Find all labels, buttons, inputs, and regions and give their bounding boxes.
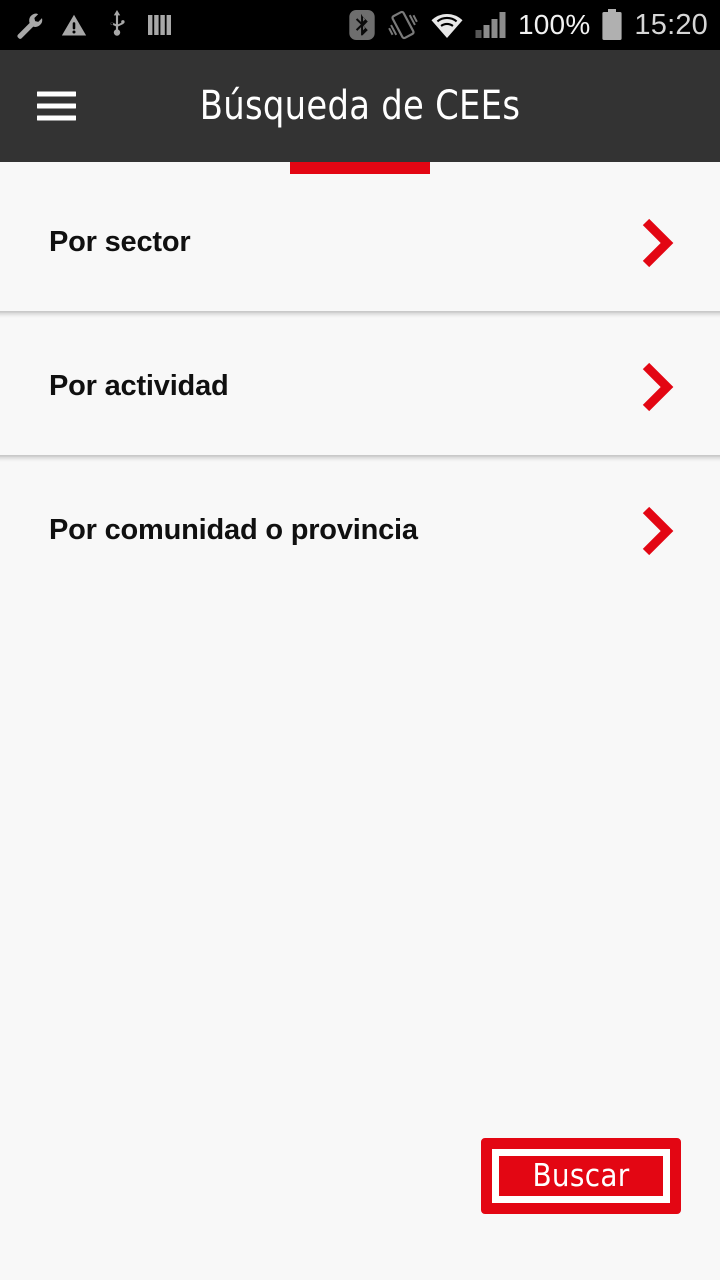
vibrate-icon xyxy=(387,9,419,41)
bars-icon xyxy=(146,11,174,39)
list-item-por-comunidad-o-provincia[interactable]: Por comunidad o provincia xyxy=(0,462,720,599)
status-bar: 100% 15:20 xyxy=(0,0,720,50)
list-item-label: Por comunidad o provincia xyxy=(49,513,418,546)
search-criteria-list: Por sector Por actividad Por comunidad o… xyxy=(0,174,720,1130)
list-item-por-sector[interactable]: Por sector xyxy=(0,174,720,311)
bluetooth-icon xyxy=(348,10,376,40)
list-item-por-actividad[interactable]: Por actividad xyxy=(0,318,720,455)
status-bar-left-icons xyxy=(14,10,348,40)
list-empty-space xyxy=(0,599,720,1130)
page-title: Búsqueda de CEEs xyxy=(199,83,521,129)
chevron-right-icon[interactable] xyxy=(640,361,674,413)
chevron-right-icon[interactable] xyxy=(640,505,674,557)
bottom-padding xyxy=(0,1238,720,1280)
phone-screen: 100% 15:20 Búsqueda de CEEs Por sector P… xyxy=(0,0,720,1280)
tab-strip xyxy=(0,162,720,174)
status-bar-clock: 15:20 xyxy=(634,8,708,41)
status-bar-right-icons: 100% 15:20 xyxy=(348,9,708,41)
list-item-label: Por actividad xyxy=(49,369,229,402)
search-button-inner: Buscar xyxy=(492,1149,670,1203)
usb-icon xyxy=(104,10,130,40)
list-item-label: Por sector xyxy=(49,225,191,258)
chevron-right-icon[interactable] xyxy=(640,217,674,269)
battery-percentage: 100% xyxy=(518,9,591,40)
wrench-icon xyxy=(14,10,44,40)
tab-active-indicator xyxy=(290,162,430,174)
wifi-icon xyxy=(430,12,464,39)
warning-triangle-icon xyxy=(60,11,88,39)
search-button[interactable]: Buscar xyxy=(481,1138,681,1214)
cellular-signal-icon xyxy=(475,11,507,39)
app-bar: Búsqueda de CEEs xyxy=(0,50,720,162)
battery-full-icon xyxy=(601,9,623,41)
list-divider-1 xyxy=(0,311,720,318)
search-button-label: Buscar xyxy=(532,1157,630,1194)
footer-area: Buscar xyxy=(0,1130,720,1238)
list-divider-2 xyxy=(0,455,720,462)
